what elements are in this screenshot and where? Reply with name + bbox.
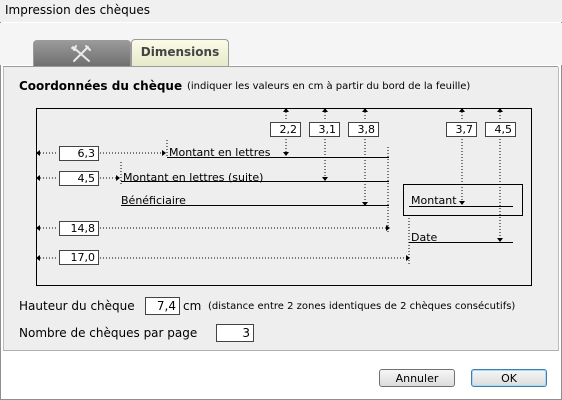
line-date (409, 242, 513, 243)
hauteur-unit: cm (183, 299, 202, 313)
line-montant-lettres-suite (121, 181, 389, 182)
left-offset-field-2[interactable]: 4,5 (59, 171, 99, 186)
par-page-field[interactable]: 3 (216, 324, 254, 342)
left-offset-field-1[interactable]: 6,3 (59, 146, 99, 161)
label-montant-lettres-suite: Montant en lettres (suite) (123, 171, 264, 184)
top-offset-field-4[interactable]: 3,7 (446, 122, 477, 137)
par-page-label: Nombre de chèques par page (19, 326, 198, 340)
line-beneficiaire (121, 205, 389, 206)
hauteur-field[interactable]: 7,4 (145, 297, 180, 315)
hauteur-label: Hauteur du chèque (19, 299, 135, 313)
top-offset-field-1[interactable]: 2,2 (270, 122, 301, 137)
top-offset-field-3[interactable]: 3,8 (348, 122, 379, 137)
top-offset-field-2[interactable]: 3,1 (309, 122, 340, 137)
left-offset-field-4[interactable]: 17,0 (59, 250, 99, 265)
ok-button[interactable]: OK (471, 369, 547, 387)
line-montant-lettres (167, 157, 389, 158)
hauteur-hint: (distance entre 2 zones identiques de 2 … (208, 301, 516, 312)
line-montant (409, 206, 513, 207)
top-offset-field-5[interactable]: 4,5 (485, 122, 516, 137)
left-offset-field-3[interactable]: 14,8 (59, 221, 99, 236)
cancel-button[interactable]: Annuler (379, 369, 455, 387)
